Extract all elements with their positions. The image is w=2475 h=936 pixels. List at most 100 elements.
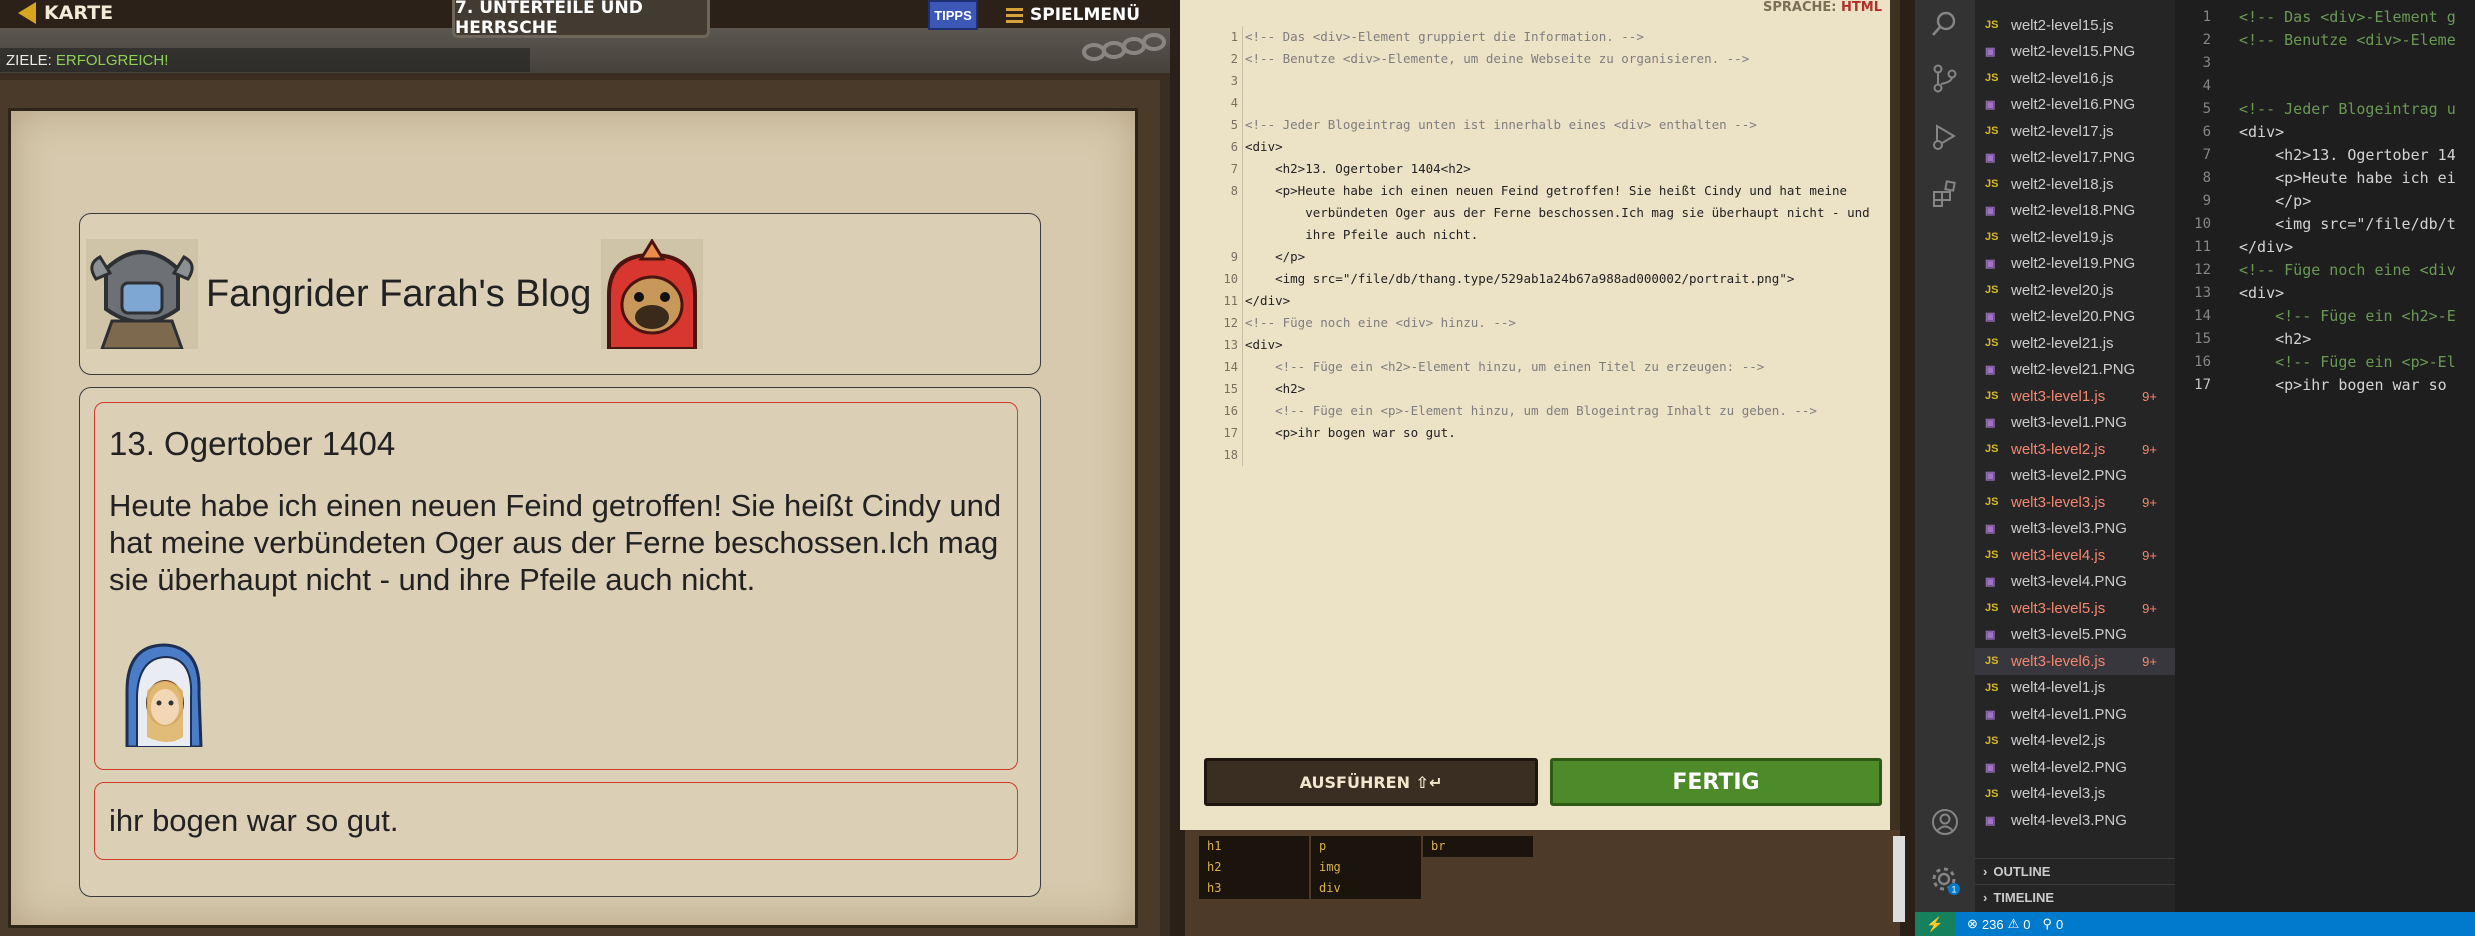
code-line[interactable]: 1 <!-- Das <div>-Element g xyxy=(2175,6,2475,29)
code-text[interactable]: <h2> xyxy=(2239,328,2311,351)
code-text[interactable]: <h2> xyxy=(1245,378,1305,400)
file-item[interactable]: JS welt2-level21.js xyxy=(1975,330,2175,357)
code-line[interactable]: 15 <h2> xyxy=(1198,378,1888,400)
file-item[interactable]: JS welt3-level1.js 9+ xyxy=(1975,383,2175,410)
file-item[interactable]: ▣ welt4-level3.PNG xyxy=(1975,807,2175,834)
palette-item[interactable]: img xyxy=(1311,857,1421,878)
code-text[interactable]: </div> xyxy=(2239,236,2293,259)
code-line[interactable]: 18 xyxy=(1198,444,1888,466)
code-text[interactable]: <!-- Füge ein <h2>-Element hinzu, um ein… xyxy=(1245,356,1764,378)
code-line[interactable]: 12 <!-- Füge noch eine <div xyxy=(2175,259,2475,282)
file-item[interactable]: JS welt4-level3.js xyxy=(1975,781,2175,808)
code-text[interactable]: <h2>13. Ogertober 14 xyxy=(2239,144,2456,167)
code-text[interactable]: <div> xyxy=(1245,136,1283,158)
code-line[interactable]: 8 <p>Heute habe ich ei xyxy=(2175,167,2475,190)
code-line[interactable]: 12 <!-- Füge noch eine <div> hinzu. --> xyxy=(1198,312,1888,334)
file-item[interactable]: ▣ welt2-level18.PNG xyxy=(1975,198,2175,225)
file-item[interactable]: JS welt2-level19.js xyxy=(1975,224,2175,251)
palette-item[interactable]: h1 xyxy=(1199,836,1309,857)
file-item[interactable]: ▣ welt3-level3.PNG xyxy=(1975,516,2175,543)
file-item[interactable]: JS welt2-level17.js xyxy=(1975,118,2175,145)
code-text[interactable]: <!-- Das <div>-Element g xyxy=(2239,6,2456,29)
accounts-icon[interactable] xyxy=(1929,806,1961,838)
file-item[interactable]: ▣ welt4-level2.PNG xyxy=(1975,754,2175,781)
vscode-code-lines[interactable]: 1 <!-- Das <div>-Element g 2 <!-- Benutze <… xyxy=(2175,0,2475,397)
code-line[interactable]: 2 <!-- Benutze <div>-Eleme xyxy=(2175,29,2475,52)
timeline-section[interactable]: › TIMELINE xyxy=(1975,884,2175,910)
code-line[interactable]: 9 </p> xyxy=(1198,246,1888,268)
file-item[interactable]: JS welt3-level6.js 9+ xyxy=(1975,648,2175,675)
code-editor[interactable]: SPRACHE: HTML 1 <!-- Das <div>-Element gr… xyxy=(1180,0,1900,830)
code-line[interactable]: 11 </div> xyxy=(2175,236,2475,259)
code-line[interactable]: 2 <!-- Benutze <div>-Elemente, um deine W… xyxy=(1198,48,1888,70)
file-item[interactable]: ▣ welt3-level1.PNG xyxy=(1975,410,2175,437)
palette-item[interactable]: br xyxy=(1423,836,1533,857)
outline-section[interactable]: › OUTLINE xyxy=(1975,858,2175,884)
code-line[interactable]: 14 <!-- Füge ein <h2>-Element hinzu, um … xyxy=(1198,356,1888,378)
code-line[interactable]: 15 <h2> xyxy=(2175,328,2475,351)
code-text[interactable]: <div> xyxy=(2239,121,2284,144)
code-text[interactable]: <!-- Benutze <div>-Eleme xyxy=(2239,29,2456,52)
code-line[interactable]: 16 <!-- Füge ein <p>-El xyxy=(2175,351,2475,374)
file-item[interactable]: JS welt3-level5.js 9+ xyxy=(1975,595,2175,622)
code-text[interactable]: </p> xyxy=(1245,246,1305,268)
code-line[interactable]: 13 <div> xyxy=(1198,334,1888,356)
code-line[interactable]: 10 <img src="/file/db/thang.type/529ab1a… xyxy=(1198,268,1888,290)
code-line[interactable]: 4 xyxy=(1198,92,1888,114)
file-item[interactable]: ▣ welt3-level2.PNG xyxy=(1975,463,2175,490)
code-line[interactable]: 9 </p> xyxy=(2175,190,2475,213)
code-line[interactable]: 4 xyxy=(2175,75,2475,98)
palette-item[interactable]: p xyxy=(1311,836,1421,857)
code-line[interactable]: 7 <h2>13. Ogertober 1404<h2> xyxy=(1198,158,1888,180)
code-text[interactable]: <p>Heute habe ich einen neuen Feind getr… xyxy=(1245,180,1870,246)
code-text[interactable]: <!-- Jeder Blogeintrag u xyxy=(2239,98,2456,121)
code-lines[interactable]: 1 <!-- Das <div>-Element gruppiert die In… xyxy=(1198,26,1888,466)
code-text[interactable]: <!-- Das <div>-Element gruppiert die Inf… xyxy=(1245,26,1644,48)
code-line[interactable]: 7 <h2>13. Ogertober 14 xyxy=(2175,144,2475,167)
code-line[interactable]: 5 <!-- Jeder Blogeintrag u xyxy=(2175,98,2475,121)
extensions-icon[interactable] xyxy=(1929,178,1961,210)
code-line[interactable]: 14 <!-- Füge ein <h2>-E xyxy=(2175,305,2475,328)
file-item[interactable]: JS welt4-level2.js xyxy=(1975,728,2175,755)
code-line[interactable]: 6 <div> xyxy=(1198,136,1888,158)
code-text[interactable]: <!-- Füge noch eine <div> hinzu. --> xyxy=(1245,312,1516,334)
code-text[interactable]: <div> xyxy=(1245,334,1283,356)
ports-indicator[interactable]: ⚲ 0 xyxy=(2043,916,2064,932)
code-text[interactable]: <!-- Füge ein <h2>-E xyxy=(2239,305,2456,328)
vscode-editor[interactable]: 1 <!-- Das <div>-Element g 2 <!-- Benutze <… xyxy=(2175,0,2475,912)
code-line[interactable]: 3 xyxy=(1198,70,1888,92)
problems-indicator[interactable]: ⊗ 236 ⚠ 0 xyxy=(1967,916,2031,932)
code-line[interactable]: 1 <!-- Das <div>-Element gruppiert die In… xyxy=(1198,26,1888,48)
code-text[interactable]: <!-- Jeder Blogeintrag unten ist innerha… xyxy=(1245,114,1757,136)
code-text[interactable]: </div> xyxy=(1245,290,1290,312)
code-text[interactable]: <p>ihr bogen war so gut. xyxy=(1245,422,1456,444)
code-text[interactable]: <!-- Füge ein <p>-El xyxy=(2239,351,2456,374)
remote-indicator-icon[interactable]: ⚡ xyxy=(1915,912,1955,936)
code-text[interactable]: <div> xyxy=(2239,282,2284,305)
file-item[interactable]: JS welt4-level1.js xyxy=(1975,675,2175,702)
code-text[interactable]: <h2>13. Ogertober 1404<h2> xyxy=(1245,158,1471,180)
search-icon[interactable] xyxy=(1929,8,1961,40)
run-debug-icon[interactable] xyxy=(1929,120,1961,152)
code-line[interactable]: 17 <p>ihr bogen war so xyxy=(2175,374,2475,397)
run-button[interactable]: AUSFÜHREN ⇧↵ xyxy=(1204,758,1538,806)
file-item[interactable]: ▣ welt3-level5.PNG xyxy=(1975,622,2175,649)
palette-item[interactable]: h3 xyxy=(1199,878,1309,899)
file-item[interactable]: ▣ welt3-level4.PNG xyxy=(1975,569,2175,596)
code-line[interactable]: 16 <!-- Füge ein <p>-Element hinzu, um d… xyxy=(1198,400,1888,422)
file-item[interactable]: JS welt3-level4.js 9+ xyxy=(1975,542,2175,569)
file-item[interactable]: JS welt2-level15.js xyxy=(1975,12,2175,39)
code-line[interactable]: 11 </div> xyxy=(1198,290,1888,312)
code-line[interactable]: 5 <!-- Jeder Blogeintrag unten ist innerh… xyxy=(1198,114,1888,136)
file-item[interactable]: ▣ welt4-level1.PNG xyxy=(1975,701,2175,728)
file-item[interactable]: JS welt3-level2.js 9+ xyxy=(1975,436,2175,463)
code-text[interactable]: <img src="/file/db/t xyxy=(2239,213,2456,236)
file-item[interactable]: JS welt2-level18.js xyxy=(1975,171,2175,198)
code-line[interactable]: 6 <div> xyxy=(2175,121,2475,144)
file-item[interactable]: ▣ welt2-level17.PNG xyxy=(1975,145,2175,172)
file-item[interactable]: ▣ welt2-level21.PNG xyxy=(1975,357,2175,384)
file-item[interactable]: JS welt2-level20.js xyxy=(1975,277,2175,304)
file-item[interactable]: ▣ welt2-level16.PNG xyxy=(1975,92,2175,119)
code-text[interactable]: <!-- Füge noch eine <div xyxy=(2239,259,2456,282)
done-button[interactable]: FERTIG xyxy=(1550,758,1882,806)
